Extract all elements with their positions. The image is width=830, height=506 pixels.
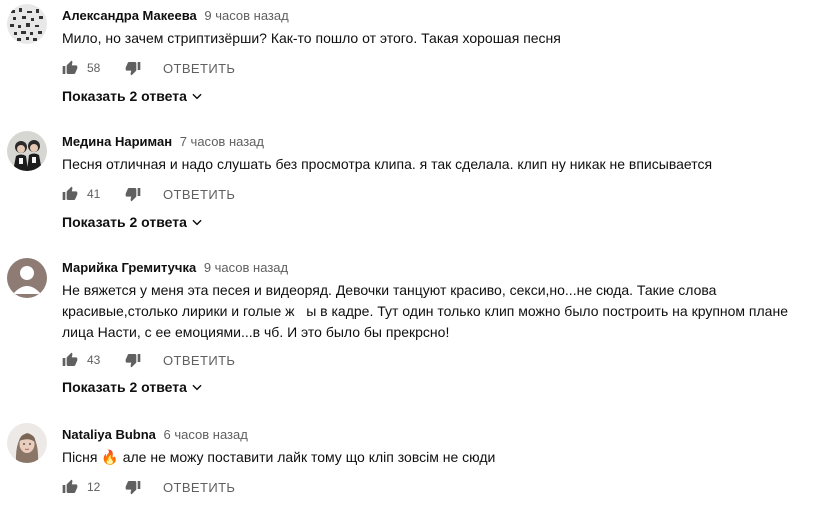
like-count: 41 <box>87 187 101 201</box>
like-count: 12 <box>87 480 101 494</box>
thumb-up-icon[interactable] <box>62 352 78 368</box>
fire-emoji-icon: 🔥 <box>101 449 119 465</box>
reply-button[interactable]: ОТВЕТИТЬ <box>163 61 235 76</box>
avatar-photo-icon <box>7 423 47 463</box>
comment-time[interactable]: 6 часов назад <box>164 427 248 442</box>
comment-author[interactable]: Александра Макеева <box>62 8 197 23</box>
avatar[interactable] <box>7 4 47 44</box>
comment-text-part: але не можу поставити лайк тому що кліп … <box>118 449 496 465</box>
thumb-up-icon[interactable] <box>62 479 78 495</box>
thumb-up-icon[interactable] <box>62 186 78 202</box>
reply-button[interactable]: ОТВЕТИТЬ <box>163 353 235 368</box>
like-count: 43 <box>87 353 101 367</box>
avatar[interactable] <box>7 423 47 463</box>
avatar[interactable] <box>7 258 47 298</box>
comment-text: Пісня 🔥 але не можу поставити лайк тому … <box>62 447 822 468</box>
comment-text: Песня отличная и надо слушать без просмо… <box>62 156 713 172</box>
avatar-photo-icon <box>7 131 47 171</box>
comment-text-part: Пісня <box>62 449 102 465</box>
thumb-down-icon[interactable] <box>125 352 141 368</box>
show-replies-label: Показать 2 ответа <box>62 88 187 104</box>
show-replies-button[interactable]: Показать 2 ответа <box>62 379 204 395</box>
avatar[interactable] <box>7 131 47 171</box>
thumb-down-icon[interactable] <box>125 479 141 495</box>
comment-time[interactable]: 7 часов назад <box>180 134 264 149</box>
chevron-down-icon <box>192 93 202 100</box>
show-replies-label: Показать 2 ответа <box>62 379 187 395</box>
show-replies-label: Показать 2 ответа <box>62 214 187 230</box>
comment-author[interactable]: Медина Нариман <box>62 134 172 149</box>
thumb-down-icon[interactable] <box>125 186 141 202</box>
show-replies-button[interactable]: Показать 2 ответа <box>62 88 204 104</box>
thumb-down-icon[interactable] <box>125 60 141 76</box>
thumb-up-icon[interactable] <box>62 60 78 76</box>
comment-author[interactable]: Марийка Гремитучка <box>62 260 196 275</box>
comment-time[interactable]: 9 часов назад <box>204 8 288 23</box>
show-replies-button[interactable]: Показать 2 ответа <box>62 214 204 230</box>
comment-time[interactable]: 9 часов назад <box>204 260 288 275</box>
reply-button[interactable]: ОТВЕТИТЬ <box>163 480 235 495</box>
chevron-down-icon <box>192 384 202 391</box>
avatar-pattern-icon <box>7 4 47 44</box>
default-avatar-icon <box>7 258 47 298</box>
comment-text: Мило, но зачем стриптизёрши? Как-то пошл… <box>62 30 561 46</box>
like-count: 58 <box>87 61 101 75</box>
comment-text: Не вяжется у меня эта песея и видеоряд. … <box>62 282 788 340</box>
reply-button[interactable]: ОТВЕТИТЬ <box>163 187 235 202</box>
comment-author[interactable]: Nataliya Bubna <box>62 427 156 442</box>
chevron-down-icon <box>192 219 202 226</box>
